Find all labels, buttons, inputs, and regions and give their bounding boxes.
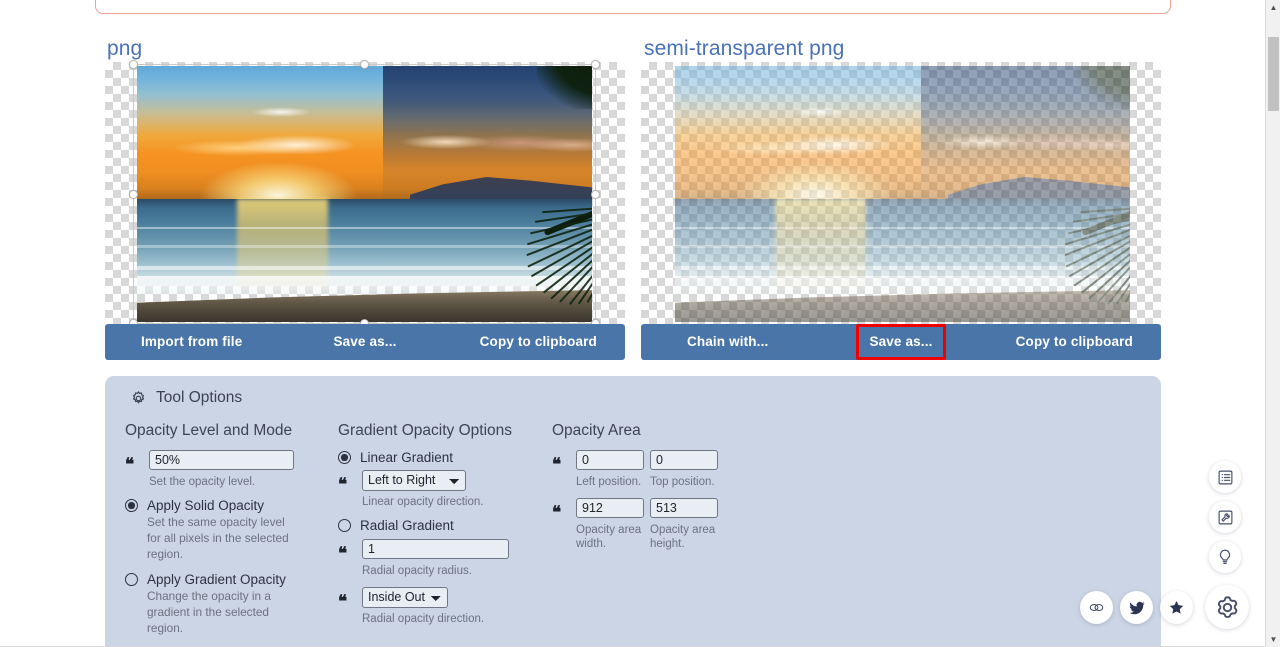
selection-handle-top-right[interactable] — [591, 60, 600, 69]
image-canvas-png[interactable] — [105, 62, 625, 324]
palm-frond-secondary — [501, 199, 592, 307]
linear-direction-hint: Linear opacity direction. — [362, 495, 537, 509]
radio-solid-opacity-label: Apply Solid Opacity — [147, 498, 264, 513]
opacity-area-width-hint: Opacity area width. — [576, 523, 644, 551]
column-opacity-level-and-mode: Opacity Level and Mode ❝ Set the opacity… — [125, 422, 335, 646]
radio-gradient-opacity-indicator[interactable] — [125, 573, 138, 586]
quote-icon-position: ❝ — [552, 456, 569, 473]
import-from-file-button[interactable]: Import from file — [105, 324, 278, 360]
radio-radial-gradient-indicator[interactable] — [338, 519, 351, 532]
scroll-down-arrow-icon[interactable]: ▼ — [1266, 632, 1280, 647]
vertical-scrollbar[interactable]: ▲ ▼ — [1265, 0, 1280, 647]
twitter-icon[interactable] — [1120, 591, 1153, 624]
left-position-input[interactable] — [576, 450, 644, 470]
opacity-area-height-hint: Opacity area height. — [650, 523, 718, 551]
radio-linear-gradient[interactable]: Linear Gradient — [338, 450, 548, 465]
list-icon[interactable] — [1209, 461, 1241, 493]
radio-radial-gradient-label: Radial Gradient — [360, 518, 454, 533]
scrollbar-thumb[interactable] — [1268, 37, 1279, 111]
chain-with-button[interactable]: Chain with... — [641, 324, 814, 360]
copy-to-clipboard-button-semi-transparent-png[interactable]: Copy to clipboard — [988, 324, 1161, 360]
save-as-button-png[interactable]: Save as... — [278, 324, 451, 360]
action-bar-png: Import from file Save as... Copy to clip… — [105, 324, 625, 360]
radial-radius-hint: Radial opacity radius. — [362, 564, 537, 578]
column-gradient-opacity-options: Gradient Opacity Options Linear Gradient… — [338, 422, 548, 635]
radio-radial-gradient[interactable]: Radial Gradient — [338, 518, 548, 533]
radial-direction-hint: Radial opacity direction. — [362, 612, 537, 626]
quote-icon-linear-direction: ❝ — [338, 476, 355, 493]
column-opacity-area: Opacity Area ❝ Left position. Top positi… — [552, 422, 852, 560]
quote-icon-size: ❝ — [552, 504, 569, 521]
palm-frond-secondary-semi — [1039, 199, 1130, 307]
panel-title-png: png — [107, 37, 142, 61]
tool-options-header: Tool Options — [130, 389, 242, 407]
action-bar-semi-transparent-png: Chain with... Save as... Copy to clipboa… — [641, 324, 1161, 360]
radio-gradient-opacity-label: Apply Gradient Opacity — [147, 572, 286, 587]
image-canvas-semi-transparent-png[interactable] — [641, 62, 1161, 324]
column-title-gradient-opacity-options: Gradient Opacity Options — [338, 422, 548, 440]
radio-gradient-opacity-description: Change the opacity in a gradient in the … — [147, 588, 297, 636]
radio-linear-gradient-label: Linear Gradient — [360, 450, 453, 465]
star-icon[interactable] — [1160, 591, 1193, 624]
opacity-level-hint: Set the opacity level. — [149, 475, 324, 489]
radio-apply-solid-opacity[interactable]: Apply Solid Opacity — [125, 498, 335, 513]
panel-title-semi-transparent-png: semi-transparent png — [644, 37, 844, 61]
selection-handle-middle-right[interactable] — [591, 190, 600, 199]
image-preview-semi-transparent-png — [675, 66, 1130, 322]
link-icon[interactable] — [1080, 591, 1113, 624]
save-as-button-semi-transparent-png[interactable]: Save as... — [814, 324, 987, 360]
wrench-icon[interactable] — [1209, 501, 1241, 533]
top-bordered-container — [95, 0, 1171, 14]
scroll-up-arrow-icon[interactable]: ▲ — [1266, 0, 1280, 15]
selection-handle-middle-left[interactable] — [129, 190, 138, 199]
gear-icon[interactable] — [1205, 585, 1249, 629]
page-root: png — [0, 0, 1280, 647]
gear-icon — [130, 390, 147, 407]
opacity-area-width-input[interactable] — [576, 498, 644, 518]
top-position-input[interactable] — [650, 450, 718, 470]
copy-to-clipboard-button-png[interactable]: Copy to clipboard — [452, 324, 625, 360]
column-title-opacity-area: Opacity Area — [552, 422, 852, 440]
top-position-hint: Top position. — [650, 475, 718, 489]
linear-direction-select[interactable]: Left to Right — [362, 470, 466, 491]
radial-direction-select[interactable]: Inside Out — [362, 587, 448, 608]
image-preview-png — [137, 66, 592, 322]
tool-options-panel: Tool Options Opacity Level and Mode ❝ Se… — [105, 376, 1161, 647]
tool-options-title: Tool Options — [156, 389, 242, 407]
opacity-level-input[interactable] — [149, 450, 294, 470]
radio-solid-opacity-indicator[interactable] — [125, 499, 138, 512]
quote-icon-radial-direction: ❝ — [338, 593, 355, 610]
radio-apply-gradient-opacity[interactable]: Apply Gradient Opacity — [125, 572, 335, 587]
left-position-hint: Left position. — [576, 475, 644, 489]
lightbulb-icon[interactable] — [1209, 541, 1241, 573]
selection-handle-top-left[interactable] — [129, 60, 138, 69]
opacity-area-height-input[interactable] — [650, 498, 718, 518]
column-title-opacity-level-and-mode: Opacity Level and Mode — [125, 422, 335, 440]
radio-solid-opacity-description: Set the same opacity level for all pixel… — [147, 514, 297, 562]
selection-handle-top-center[interactable] — [360, 60, 369, 69]
radio-linear-gradient-indicator[interactable] — [338, 451, 351, 464]
radial-radius-input[interactable] — [362, 539, 509, 559]
quote-icon-opacity-level: ❝ — [125, 456, 142, 473]
quote-icon-radial-radius: ❝ — [338, 545, 355, 562]
